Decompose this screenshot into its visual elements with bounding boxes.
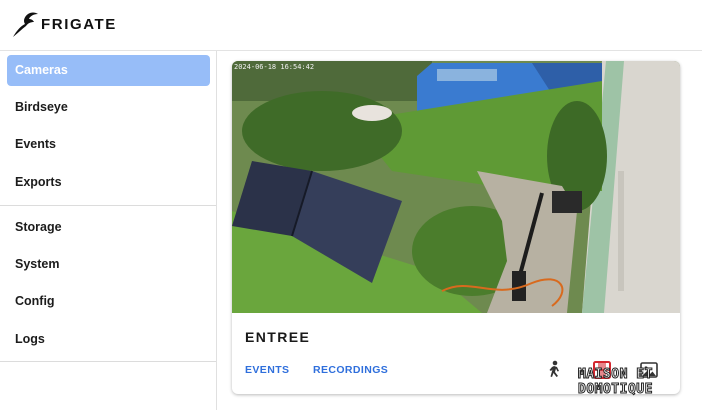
brand-title: FRIGATE: [41, 16, 117, 33]
maison-et-domotique-watermark: MAISON ET DOMOTIQUE: [578, 365, 700, 398]
top-bar: FRIGATE: [0, 0, 702, 51]
camera-name: ENTREE: [245, 329, 311, 345]
app-window: FRIGATE Cameras Birdseye Events Exports …: [0, 0, 702, 410]
frigate-bird-logo-icon[interactable]: [11, 10, 39, 40]
camera-card: 2024-06-18 16:54:42 ENTREE EVENTS RECORD…: [232, 61, 680, 394]
recordings-link[interactable]: RECORDINGS: [313, 364, 388, 376]
person-icon[interactable]: [545, 360, 563, 380]
sidebar-item-cameras[interactable]: Cameras: [7, 55, 210, 86]
camera-timestamp: 2024-06-18 16:54:42: [234, 63, 315, 71]
sidebar-item-exports[interactable]: Exports: [7, 167, 210, 198]
sidebar-item-events[interactable]: Events: [7, 129, 210, 160]
events-link[interactable]: EVENTS: [245, 364, 289, 376]
sidebar: Cameras Birdseye Events Exports Storage …: [0, 51, 217, 410]
watermark-line-2: DOMOTIQUE: [578, 382, 653, 398]
sidebar-item-birdseye[interactable]: Birdseye: [7, 92, 210, 123]
sidebar-divider: [0, 205, 216, 206]
sidebar-item-system[interactable]: System: [7, 249, 210, 280]
sidebar-item-logs[interactable]: Logs: [7, 324, 210, 355]
sidebar-item-config[interactable]: Config: [7, 286, 210, 317]
watermark-line-1: MAISON ET: [578, 367, 653, 383]
camera-snapshot[interactable]: [232, 61, 680, 313]
sidebar-divider: [0, 361, 216, 362]
sidebar-item-storage[interactable]: Storage: [7, 212, 210, 243]
